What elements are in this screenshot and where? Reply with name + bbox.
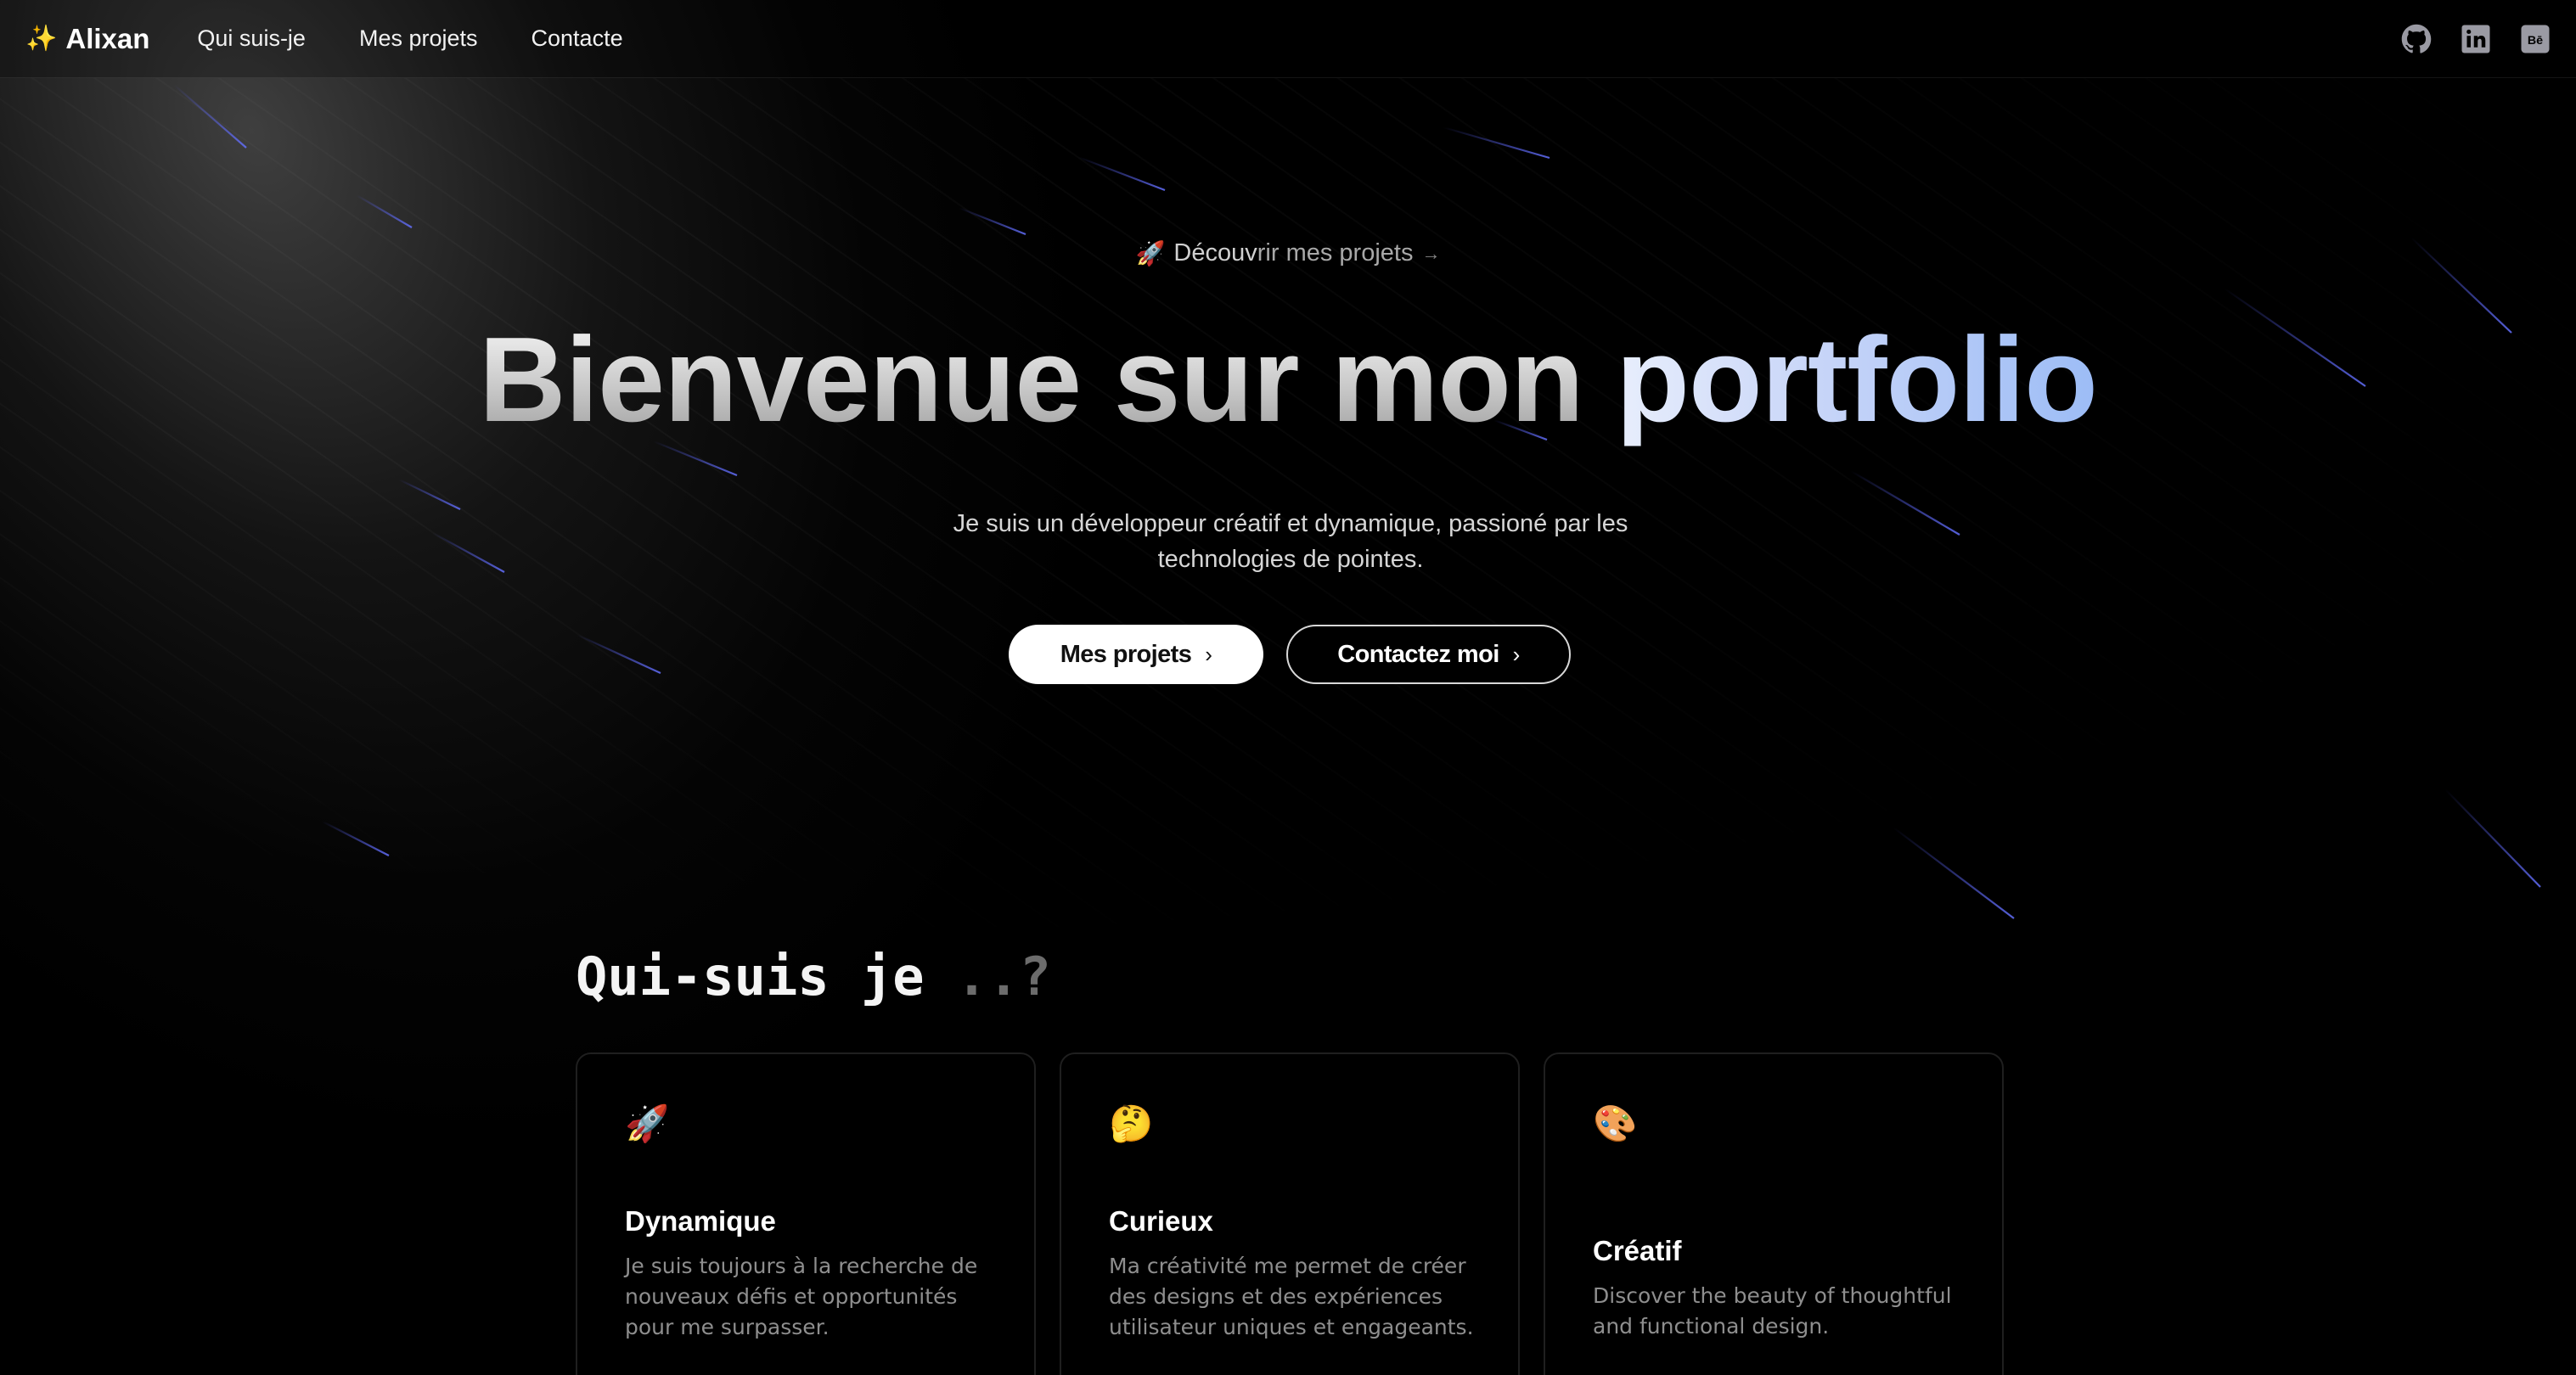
behance-icon[interactable]: Bē: [2520, 24, 2551, 54]
meteor-streak: [398, 479, 461, 510]
meteor-streak: [356, 194, 413, 228]
hero-title: Bienvenue sur mon portfolio: [0, 312, 2576, 448]
brand-logo[interactable]: ✨ Alixan: [25, 23, 149, 55]
meteor-streak: [322, 821, 390, 856]
hero-title-highlight: portfolio: [1616, 312, 2098, 447]
arrow-right-icon: →: [1421, 242, 1441, 264]
hero-title-main: Bienvenue sur mon: [479, 312, 1584, 447]
card-description: Discover the beauty of thoughtful and fu…: [1593, 1283, 1952, 1339]
brand-name: Alixan: [65, 22, 150, 54]
meteor-streak: [1893, 827, 2015, 919]
chevron-right-icon: ›: [1205, 641, 1212, 667]
trait-card-creatif: 🎨 Créatif Discover the beauty of thought…: [1544, 1052, 2004, 1375]
trait-card-dynamique: 🚀 Dynamique Je suis toujours à la recher…: [576, 1052, 1036, 1375]
meteor-streak: [1443, 126, 1550, 160]
mes-projets-button[interactable]: Mes projets ›: [1009, 625, 1263, 684]
sparkles-icon: ✨: [25, 25, 58, 53]
meteor-streak: [1077, 155, 1166, 192]
linkedin-icon[interactable]: [2461, 24, 2491, 54]
contactez-moi-button-label: Contactez moi: [1337, 640, 1499, 668]
trait-card-curieux: 🤔 Curieux Ma créativité me permet de cré…: [1060, 1052, 1520, 1375]
meteor-streak: [577, 634, 661, 674]
meteor-streak: [1850, 470, 1960, 536]
card-title: Dynamique: [625, 1205, 776, 1237]
meteor-streak: [432, 532, 505, 573]
rocket-icon: 🚀: [625, 1103, 670, 1143]
nav-link-contacte[interactable]: Contacte: [532, 25, 623, 52]
mes-projets-button-label: Mes projets: [1060, 640, 1192, 668]
discover-projects-link[interactable]: 🚀 Découvrir mes projets →: [0, 239, 2576, 268]
nav-link-mes-projets[interactable]: Mes projets: [359, 25, 478, 52]
discover-link-label: Découvrir mes projets: [1173, 239, 1414, 267]
contactez-moi-button[interactable]: Contactez moi ›: [1286, 625, 1571, 684]
meteor-streak: [959, 206, 1026, 236]
github-icon[interactable]: [2401, 24, 2432, 54]
thinking-face-icon: 🤔: [1109, 1103, 1154, 1143]
rocket-icon: 🚀: [1135, 240, 1166, 267]
about-section-title: Qui-suis je ..?: [576, 946, 1051, 1007]
background-grid: [0, 78, 2576, 927]
social-links: Bē: [2401, 24, 2551, 54]
top-navbar: ✨ Alixan Qui suis-je Mes projets Contact…: [0, 0, 2576, 78]
page: ✨ Alixan Qui suis-je Mes projets Contact…: [0, 0, 2576, 1375]
palette-icon: 🎨: [1593, 1103, 1638, 1143]
svg-text:Bē: Bē: [2528, 34, 2543, 48]
chevron-right-icon: ›: [1512, 641, 1521, 667]
card-description: Ma créativité me permet de créer des des…: [1109, 1254, 1474, 1339]
hero-subtitle: Je suis un développeur créatif et dynami…: [953, 510, 1628, 573]
nav-link-qui-suis-je[interactable]: Qui suis-je: [197, 25, 306, 52]
meteor-streak: [173, 84, 247, 149]
card-title: Créatif: [1593, 1235, 1682, 1266]
meteor-streaks: [173, 84, 2541, 919]
card-title: Curieux: [1109, 1205, 1213, 1237]
meteor-streak: [2444, 789, 2541, 888]
card-description: Je suis toujours à la recherche de nouve…: [625, 1254, 978, 1339]
